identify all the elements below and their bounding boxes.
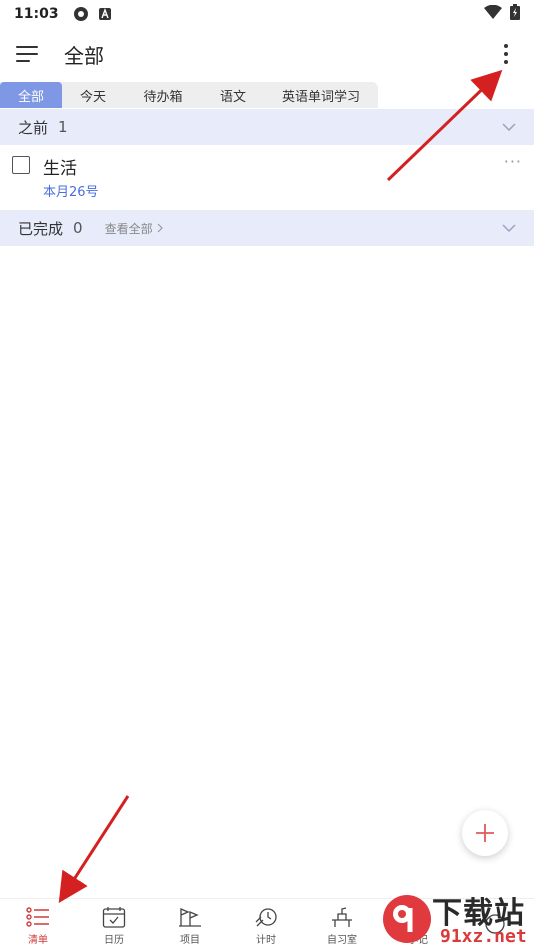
- group-header-done[interactable]: 已完成 0 查看全部: [0, 210, 534, 246]
- nav-more[interactable]: [456, 899, 534, 950]
- wifi-icon: [484, 4, 502, 23]
- group-count: 1: [58, 118, 68, 136]
- nav-list[interactable]: 清单: [0, 899, 76, 950]
- menu-icon[interactable]: [16, 42, 40, 66]
- task-due-date: 本月26号: [43, 185, 99, 200]
- status-time: 11:03: [14, 6, 59, 22]
- view-all-link[interactable]: 查看全部: [105, 220, 163, 237]
- nav-label: 日历: [104, 934, 124, 946]
- nav-label: 小记: [408, 934, 428, 946]
- tab-chinese[interactable]: 语文: [202, 82, 264, 108]
- task-item[interactable]: 生活 本月26号 ···: [0, 144, 534, 210]
- group-header-before[interactable]: 之前 1: [0, 109, 534, 145]
- chevron-down-icon[interactable]: [502, 120, 516, 134]
- status-bar: 11:03: [0, 0, 534, 28]
- task-checkbox[interactable]: [12, 156, 30, 174]
- task-more-icon[interactable]: ···: [504, 152, 522, 171]
- timer-icon: [253, 905, 279, 929]
- tab-today[interactable]: 今天: [62, 82, 124, 108]
- view-all-label: 查看全部: [104, 221, 153, 236]
- accessibility-a-icon: [98, 8, 111, 20]
- chevron-right-icon: [157, 223, 163, 233]
- bottom-nav: 清单 日历 项目 计时 自习室 小记: [0, 898, 534, 950]
- chevron-down-icon[interactable]: [502, 221, 516, 235]
- battery-icon: [510, 4, 520, 24]
- group-label: 已完成: [18, 219, 64, 238]
- nav-timer[interactable]: 计时: [228, 899, 304, 950]
- nav-notes[interactable]: 小记: [380, 899, 456, 950]
- nav-study-room[interactable]: 自习室: [304, 899, 380, 950]
- plus-icon: [476, 824, 494, 842]
- list-icon: [25, 905, 51, 929]
- task-title: 生活: [43, 159, 77, 179]
- project-icon: [177, 905, 203, 929]
- sync-icon: [73, 6, 89, 22]
- more-options-icon[interactable]: [494, 40, 518, 68]
- calendar-icon: [101, 905, 127, 929]
- nav-calendar[interactable]: 日历: [76, 899, 152, 950]
- tab-inbox[interactable]: 待办箱: [124, 82, 202, 108]
- nav-label: 项目: [180, 934, 200, 946]
- group-count: 0: [73, 219, 83, 237]
- app-bar: 全部: [0, 28, 534, 80]
- nav-label: 计时: [256, 934, 276, 946]
- arrow-to-list-tab: [58, 795, 130, 904]
- page-title: 全部: [64, 43, 104, 68]
- notes-icon: [405, 905, 431, 929]
- nav-project[interactable]: 项目: [152, 899, 228, 950]
- study-room-icon: [329, 905, 355, 929]
- group-label: 之前: [18, 118, 49, 137]
- nav-label: 自习室: [327, 934, 357, 946]
- tab-english-vocab[interactable]: 英语单词学习: [264, 82, 378, 108]
- nav-label: 清单: [28, 934, 48, 946]
- filter-tabs: 全部 今天 待办箱 语文 英语单词学习: [0, 82, 378, 108]
- tab-all[interactable]: 全部: [0, 82, 62, 108]
- add-task-button[interactable]: [462, 810, 508, 856]
- more-nav-icon: [482, 912, 508, 936]
